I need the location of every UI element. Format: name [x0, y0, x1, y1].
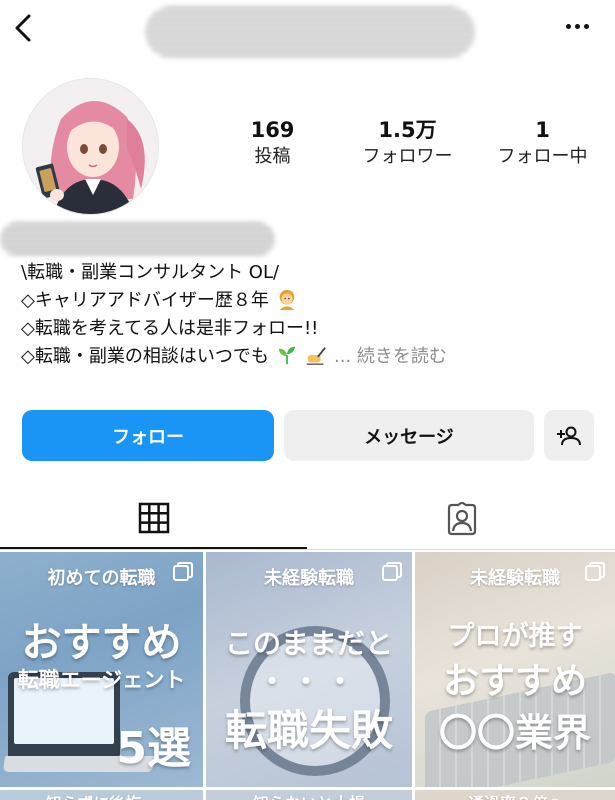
carousel-icon	[382, 562, 402, 581]
posts-grid: 初めての転職 おすすめ 転職エージェント 5選 未経験転職 このままだと ・・・…	[0, 552, 615, 800]
tab-tagged[interactable]	[308, 489, 615, 549]
stat-posts[interactable]: 169 投稿	[210, 116, 335, 170]
back-button[interactable]	[8, 10, 38, 46]
add-person-icon	[557, 426, 581, 445]
carousel-icon	[585, 562, 605, 581]
stat-followers[interactable]: 1.5万 フォロワー	[345, 116, 470, 170]
post-title: プロが推す	[447, 621, 583, 652]
writing-hand-emoji-icon	[307, 347, 327, 365]
bio-line: ◇転職を考えてる人は是非フォロー!!	[21, 318, 319, 339]
following-label: フォロー中	[497, 146, 588, 167]
blurred-username	[145, 6, 475, 58]
profile-bio: \転職・副業コンサルタント OL/ ◇キャリアアドバイザー歴８年 ◇転職を考えて…	[21, 259, 606, 371]
post-header: 知らずに後悔…	[0, 790, 203, 800]
more-horizontal-icon	[565, 23, 571, 29]
post-tile[interactable]: 知らずに後悔…	[0, 790, 203, 800]
tab-posts-grid[interactable]	[0, 489, 307, 549]
following-count: 1	[535, 118, 550, 142]
bio-line-text: ◇キャリアアドバイザー歴８年	[21, 290, 269, 311]
avatar-illustration	[23, 79, 158, 214]
follow-button[interactable]: フォロー	[22, 410, 274, 461]
post-tile[interactable]: 知らないと大損	[206, 790, 412, 800]
followers-count: 1.5万	[378, 118, 437, 142]
posts-count: 169	[250, 118, 295, 142]
stat-following[interactable]: 1 フォロー中	[480, 116, 605, 170]
woman-emoji-icon	[279, 289, 294, 310]
chevron-left-icon	[15, 14, 31, 42]
post-number: 5選	[116, 723, 191, 774]
bio-line: ◇転職・副業の相談はいつでも ... 続きを読む	[21, 343, 606, 371]
post-title: このままだと	[224, 627, 393, 660]
post-tile[interactable]: 未経験転職 このままだと ・・・ 転職失敗	[206, 552, 412, 787]
seedling-emoji-icon	[278, 346, 295, 365]
profile-stats: 169 投稿 1.5万 フォロワー 1 フォロー中	[210, 116, 605, 170]
followers-label: フォロワー	[362, 146, 453, 167]
bio-line-text: ◇転職・副業の相談はいつでも	[21, 346, 269, 367]
post-title: おすすめ	[21, 620, 182, 666]
post-subtitle: おすすめ	[442, 661, 587, 702]
profile-avatar[interactable]	[22, 78, 159, 215]
post-subtitle: 転職失敗	[224, 706, 393, 755]
top-bar	[0, 0, 615, 58]
more-options-button[interactable]	[559, 14, 595, 38]
bio-line: \転職・副業コンサルタント OL/	[21, 262, 280, 283]
bio-line: ◇キャリアアドバイザー歴８年	[21, 287, 606, 315]
blurred-display-name	[0, 222, 275, 256]
post-tile[interactable]: 初めての転職 おすすめ 転職エージェント 5選	[0, 552, 203, 787]
post-tile[interactable]: 未経験転職 プロが推す おすすめ 〇〇業界	[415, 552, 615, 787]
post-header: 知らないと大損	[206, 790, 412, 800]
carousel-icon	[173, 562, 193, 581]
profile-tabs	[0, 489, 615, 549]
grid-icon	[138, 502, 169, 534]
post-industry: 〇〇業界	[438, 711, 591, 755]
message-button[interactable]: メッセージ	[284, 410, 534, 461]
post-dots: ・・・	[257, 665, 360, 698]
post-tile[interactable]: 通過率２倍◎	[415, 790, 615, 800]
suggested-people-button[interactable]	[544, 410, 594, 461]
tagged-person-icon	[447, 502, 476, 536]
read-more-link[interactable]: ... 続きを読む	[334, 346, 447, 367]
post-subtitle: 転職エージェント	[17, 668, 186, 692]
tabs-divider	[0, 549, 615, 550]
posts-label: 投稿	[254, 146, 291, 167]
post-header: 通過率２倍◎	[415, 790, 615, 800]
